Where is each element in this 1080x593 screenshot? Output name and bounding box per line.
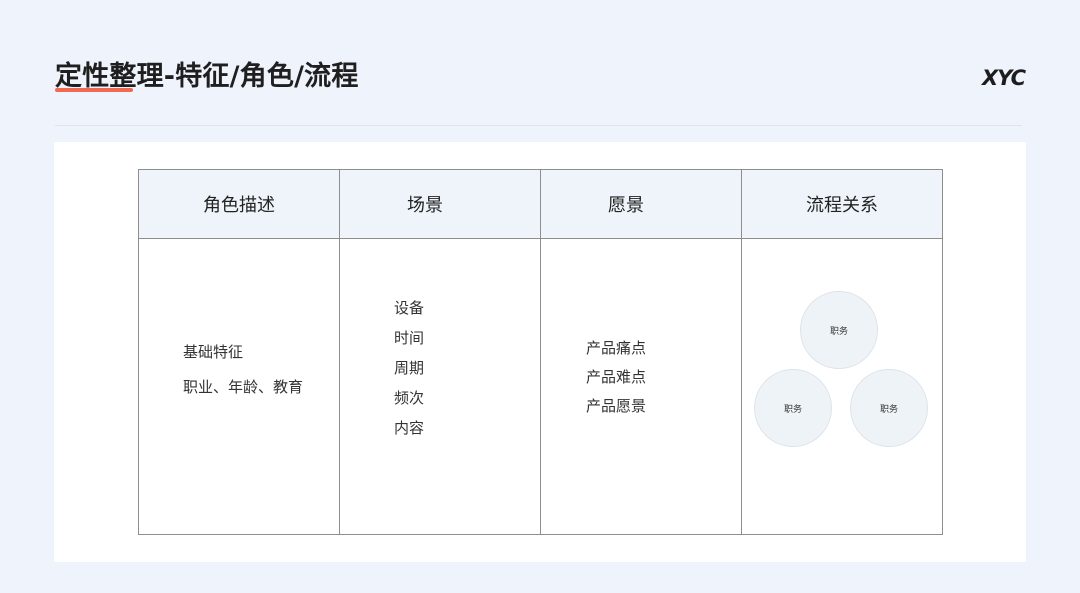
- role-circle-top: 职务: [800, 291, 878, 369]
- header-divider: [55, 125, 1022, 126]
- vision-item: 产品难点: [586, 368, 647, 386]
- table-header-row: 角色描述 场景 愿景 流程关系: [138, 169, 943, 239]
- column-header-vision: 愿景: [540, 169, 742, 239]
- role-circle-right: 职务: [850, 369, 928, 447]
- vision-cell: 产品痛点 产品难点 产品愿景: [540, 238, 742, 535]
- brand-logo: XYC: [981, 66, 1026, 90]
- content-panel: 角色描述 场景 愿景 流程关系 基础特征 职业、年龄、教育 设备 时间 周期 频…: [54, 142, 1026, 562]
- column-header-role: 角色描述: [138, 169, 340, 239]
- scene-list: 设备 时间 周期 频次 内容: [394, 293, 424, 443]
- scene-item: 周期: [394, 359, 425, 377]
- role-list: 基础特征 职业、年龄、教育: [183, 335, 303, 405]
- flow-cell: 职务 职务 职务: [741, 238, 943, 535]
- scene-item: 时间: [394, 329, 425, 347]
- role-item: 基础特征: [183, 343, 244, 361]
- role-circle-left: 职务: [754, 369, 832, 447]
- scene-item: 设备: [394, 299, 425, 317]
- scene-cell: 设备 时间 周期 频次 内容: [339, 238, 541, 535]
- role-cell: 基础特征 职业、年龄、教育: [138, 238, 340, 535]
- slide-title: 定性整理-特征/角色/流程: [55, 61, 359, 92]
- vision-item: 产品愿景: [586, 397, 647, 415]
- role-item: 职业、年龄、教育: [183, 378, 304, 396]
- scene-item: 内容: [394, 419, 425, 437]
- scene-item: 频次: [394, 389, 425, 407]
- column-header-flow: 流程关系: [741, 169, 943, 239]
- table-body-row: 基础特征 职业、年龄、教育 设备 时间 周期 频次 内容 产品痛点 产品难点 产…: [138, 238, 943, 535]
- column-header-scene: 场景: [339, 169, 541, 239]
- vision-list: 产品痛点 产品难点 产品愿景: [586, 334, 646, 421]
- persona-table: 角色描述 场景 愿景 流程关系 基础特征 职业、年龄、教育 设备 时间 周期 频…: [138, 169, 943, 535]
- vision-item: 产品痛点: [586, 339, 647, 357]
